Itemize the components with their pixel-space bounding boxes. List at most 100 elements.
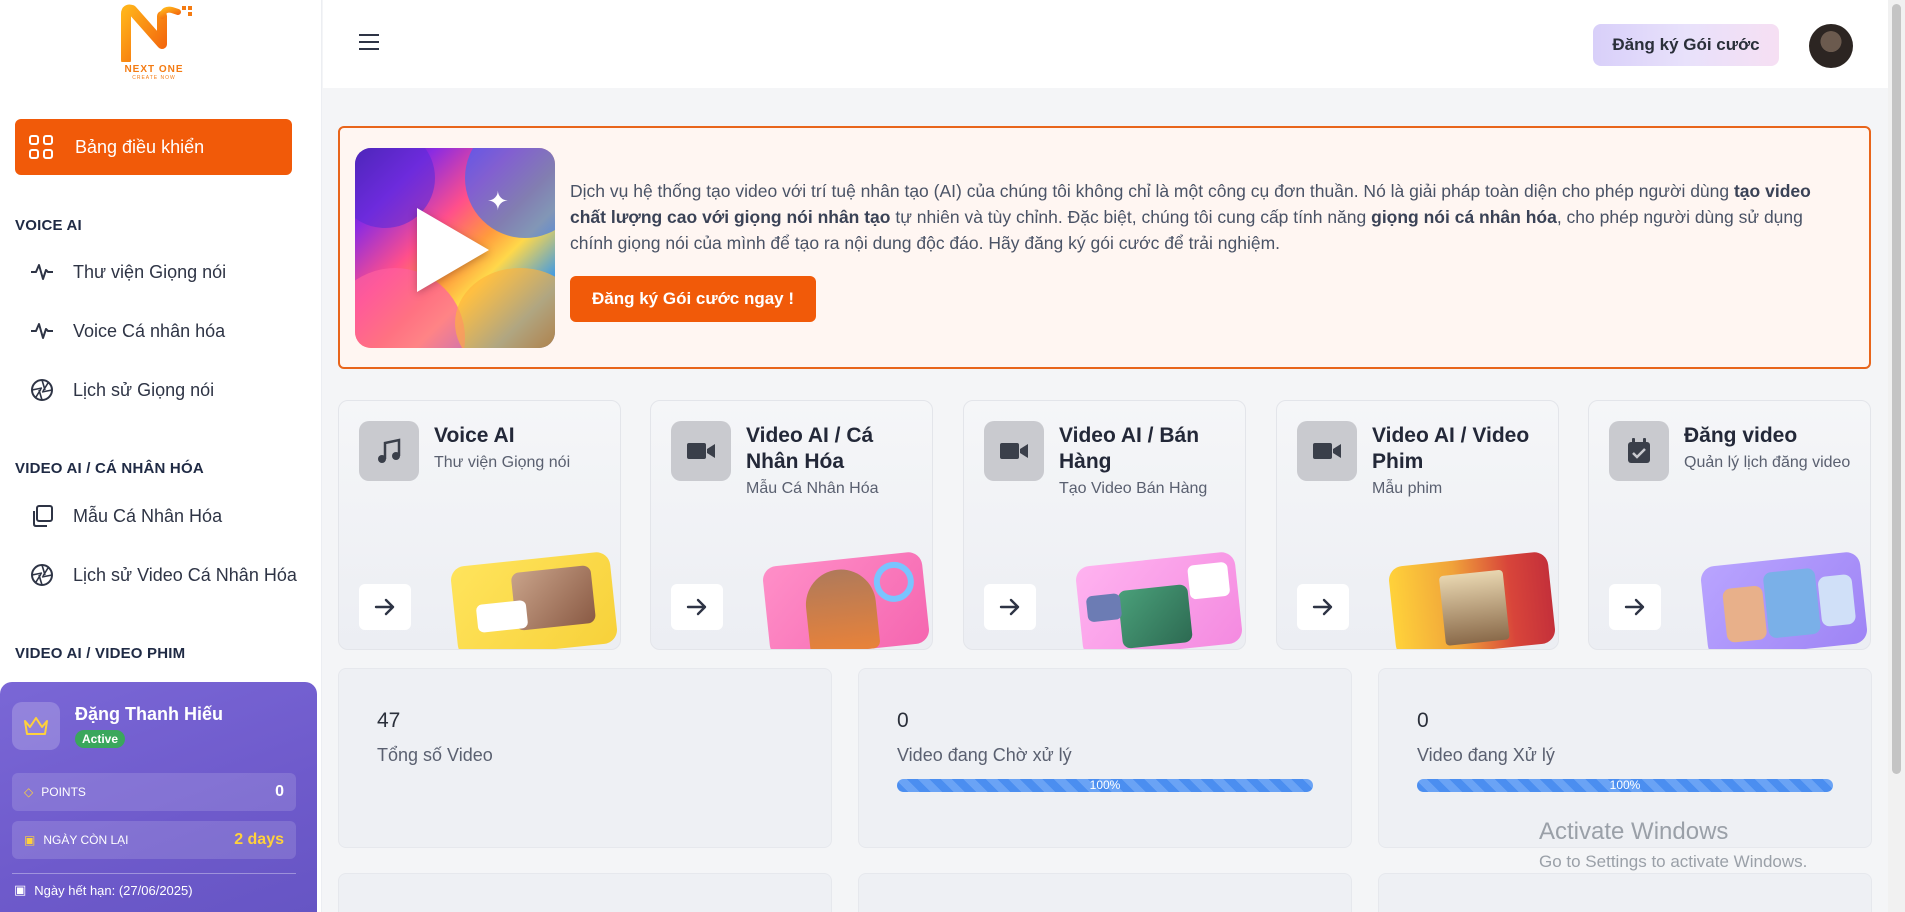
sidebar-item-personal-history[interactable]: Lịch sử Video Cá Nhân Hóa	[15, 553, 305, 597]
feature-title: Đăng video	[1684, 424, 1798, 447]
feature-subtitle: Thư viện Giọng nói	[434, 454, 571, 471]
video-camera-icon	[1297, 421, 1357, 481]
banner-text-1: Dịch vụ hệ thống tạo video với trí tuệ n…	[570, 181, 1734, 201]
arrow-right-icon[interactable]	[671, 584, 723, 630]
feature-card-voice-ai[interactable]: Voice AI Thư viện Giọng nói	[338, 400, 621, 650]
sidebar-item-label: Bảng điều khiển	[75, 136, 205, 157]
scrollbar-thumb[interactable]	[1892, 4, 1901, 774]
arrow-right-icon[interactable]	[984, 584, 1036, 630]
subscribe-button[interactable]: Đăng ký Gói cước	[1593, 24, 1779, 66]
stat-pending-videos: 0 Video đang Chờ xử lý 100%	[858, 668, 1352, 848]
arrow-right-icon[interactable]	[1609, 584, 1661, 630]
progress-text: 100%	[1089, 778, 1121, 792]
feature-subtitle: Mẫu phim	[1372, 480, 1443, 497]
progress-text: 100%	[1609, 778, 1641, 792]
promo-banner: ✦ Dịch vụ hệ thống tạo video với trí tuệ…	[338, 126, 1871, 369]
section-title-video-personal: VIDEO AI / CÁ NHÂN HÓA	[15, 460, 204, 477]
sparkle-icon: ✦	[487, 186, 509, 216]
arrow-right-icon[interactable]	[1297, 584, 1349, 630]
scrollbar[interactable]	[1888, 0, 1905, 912]
topbar: Đăng ký Gói cước	[323, 0, 1888, 88]
feature-subtitle: Mẫu Cá Nhân Hóa	[746, 480, 879, 497]
aperture-icon	[29, 562, 55, 588]
feature-title: Video AI / Cá Nhân Hóa	[746, 424, 874, 473]
status-badge: Active	[75, 730, 126, 748]
feature-title: Video AI / Bán Hàng	[1059, 424, 1200, 473]
sidebar-item-voice-library[interactable]: Thư viện Giọng nói	[15, 250, 305, 294]
sidebar: NEXT ONE CREATE NOW Bảng điều khiển VOIC…	[0, 0, 322, 912]
divider	[12, 873, 296, 874]
waveform-icon	[29, 259, 55, 285]
days-label: NGÀY CÒN LẠI	[43, 833, 129, 847]
subscribe-now-button[interactable]: Đăng ký Gói cước ngay !	[570, 276, 816, 322]
stat-card-partial	[1378, 873, 1872, 912]
sidebar-item-dashboard[interactable]: Bảng điều khiển	[15, 119, 292, 175]
calendar-check-icon	[1609, 421, 1669, 481]
stat-value: 47	[377, 709, 401, 732]
banner-description: Dịch vụ hệ thống tạo video với trí tuệ n…	[570, 178, 1850, 256]
feature-card-post-video[interactable]: Đăng video Quản lý lịch đăng video	[1588, 400, 1871, 650]
banner-image: ✦	[355, 148, 555, 348]
banner-text-2: tự nhiên và tùy chỉnh. Đặc biệt, chúng t…	[890, 207, 1372, 227]
sidebar-item-label: Lịch sử Video Cá Nhân Hóa	[73, 564, 297, 585]
watermark-subtitle: Go to Settings to activate Windows.	[1539, 852, 1808, 871]
stat-label: Tổng số Video	[377, 745, 493, 765]
progress-bar: 100%	[1417, 778, 1833, 792]
user-card: Đặng Thanh Hiếu Active ◇ POINTS 0 ▣ NGÀY C…	[0, 682, 317, 912]
calendar-icon: ▣	[24, 833, 36, 847]
sidebar-item-label: Mẫu Cá Nhân Hóa	[73, 505, 223, 526]
feature-thumbnail	[1699, 550, 1869, 649]
feature-card-video-sales[interactable]: Video AI / Bán Hàng Tạo Video Bán Hàng	[963, 400, 1246, 650]
music-note-icon	[359, 421, 419, 481]
section-title-voice-ai: VOICE AI	[15, 217, 82, 234]
feature-subtitle: Quản lý lịch đăng video	[1684, 454, 1851, 471]
calendar-icon: ▣	[14, 882, 27, 897]
stat-value: 0	[1417, 709, 1429, 732]
feature-thumbnail	[1387, 550, 1557, 649]
stat-card-partial	[858, 873, 1352, 912]
next-one-logo-icon	[121, 4, 192, 62]
windows-watermark: Activate Windows Go to Settings to activ…	[1539, 818, 1807, 872]
feature-title: Voice AI	[434, 424, 515, 447]
waveform-icon	[29, 318, 55, 344]
feature-thumbnail	[449, 550, 619, 649]
logo[interactable]: NEXT ONE CREATE NOW	[108, 4, 200, 82]
points-row: ◇ POINTS 0	[12, 773, 296, 811]
stat-label: Video đang Xử lý	[1417, 745, 1555, 765]
days-value: 2 days	[234, 831, 284, 848]
progress-bar: 100%	[897, 778, 1313, 792]
grid-icon	[29, 135, 53, 159]
watermark-title: Activate Windows	[1539, 818, 1729, 845]
feature-thumbnail	[761, 550, 931, 649]
sidebar-item-personal-templates[interactable]: Mẫu Cá Nhân Hóa	[15, 494, 305, 538]
menu-icon[interactable]	[359, 34, 379, 50]
feature-card-video-movie[interactable]: Video AI / Video Phim Mẫu phim	[1276, 400, 1559, 650]
user-name: Đặng Thanh Hiếu	[75, 704, 223, 724]
video-camera-icon	[671, 421, 731, 481]
stat-card-partial	[338, 873, 832, 912]
avatar[interactable]	[1809, 24, 1853, 68]
copy-icon	[29, 503, 55, 529]
feature-card-video-personal[interactable]: Video AI / Cá Nhân Hóa Mẫu Cá Nhân Hóa	[650, 400, 933, 650]
brand-name: NEXT ONE	[124, 64, 184, 75]
stat-value: 0	[897, 709, 909, 732]
arrow-right-icon[interactable]	[359, 584, 411, 630]
video-camera-icon	[984, 421, 1044, 481]
play-icon	[417, 208, 489, 292]
sidebar-item-label: Lịch sử Giọng nói	[73, 379, 215, 400]
expiry-date: Ngày hết hạn: (27/06/2025)	[34, 882, 193, 898]
feature-title: Video AI / Video Phim	[1372, 424, 1530, 473]
sidebar-item-label: Thư viện Giọng nói	[73, 261, 227, 282]
banner-bold-2: giọng nói cá nhân hóa	[1371, 207, 1557, 227]
user-header: Đặng Thanh Hiếu Active	[12, 702, 223, 750]
days-row: ▣ NGÀY CÒN LẠI 2 days	[12, 821, 296, 859]
section-title-video-movie: VIDEO AI / VIDEO PHIM	[15, 645, 186, 662]
brand-tagline: CREATE NOW	[132, 75, 176, 81]
stat-total-videos: 47 Tổng số Video	[338, 668, 832, 848]
sidebar-item-voice-history[interactable]: Lịch sử Giọng nói	[15, 368, 305, 412]
sidebar-item-voice-personal[interactable]: Voice Cá nhân hóa	[15, 309, 305, 353]
feature-subtitle: Tạo Video Bán Hàng	[1059, 480, 1208, 497]
points-value: 0	[275, 783, 284, 800]
points-label: POINTS	[41, 785, 86, 799]
sidebar-item-label: Voice Cá nhân hóa	[73, 320, 226, 341]
